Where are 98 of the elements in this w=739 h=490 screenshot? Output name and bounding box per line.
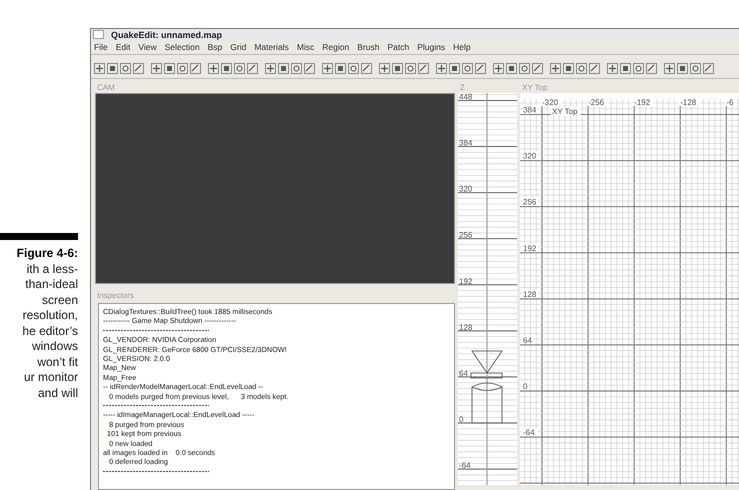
tool-icon[interactable]: [703, 63, 714, 74]
menu-item[interactable]: Patch: [387, 41, 410, 54]
axis-label: 192: [459, 276, 472, 286]
axis-label: -64: [459, 461, 471, 470]
axis-label: -320: [542, 98, 558, 107]
xy-view-grid[interactable]: -320 -256 -192 -128 -6 384 320 256 192 128 64 0 -64 XY Top: [520, 93, 739, 485]
menu-item[interactable]: Selection: [164, 41, 200, 54]
tool-icon[interactable]: [589, 63, 600, 74]
tool-icon[interactable]: [436, 63, 447, 74]
caption-text: screen: [40, 292, 78, 308]
tool-icon[interactable]: [322, 63, 333, 74]
pane-title: Z: [460, 83, 465, 92]
tool-icon[interactable]: [646, 63, 657, 74]
axis-label: 320: [523, 152, 536, 161]
tool-icon[interactable]: [462, 63, 473, 74]
axis-label: 192: [523, 244, 536, 253]
caption-text: resolution,: [22, 308, 78, 324]
menu-item[interactable]: File: [94, 41, 108, 54]
tool-icon[interactable]: [208, 63, 219, 74]
axis-label: 384: [459, 138, 472, 148]
tool-icon[interactable]: [177, 63, 188, 74]
menu-item[interactable]: Plugins: [417, 41, 446, 54]
caption-text: won’t fit: [36, 354, 78, 370]
axis-label: 128: [459, 322, 472, 332]
menu-item[interactable]: View: [138, 41, 157, 54]
tool-icon[interactable]: [151, 63, 162, 74]
tool-icon[interactable]: [690, 63, 701, 74]
axis-label: 320: [459, 184, 472, 194]
tool-icon[interactable]: [519, 63, 530, 74]
caption-text: he editor’s: [21, 324, 78, 339]
menu-item[interactable]: Help: [453, 41, 471, 54]
menu-item[interactable]: Grid: [230, 41, 246, 54]
axis-label: 64: [459, 368, 468, 378]
tool-icon[interactable]: [576, 63, 587, 74]
tool-icon[interactable]: [348, 63, 359, 74]
axis-label: 384: [523, 106, 536, 115]
tool-icon[interactable]: [532, 63, 543, 74]
tool-icon[interactable]: [107, 63, 118, 74]
tool-icon[interactable]: [677, 63, 688, 74]
axis-label: -128: [680, 98, 696, 107]
tool-icon[interactable]: [607, 63, 618, 74]
caption-text: ith a less-: [26, 262, 78, 277]
tool-icon[interactable]: [550, 63, 561, 74]
axis-label: -64: [523, 428, 535, 438]
pane-title: XY Top: [522, 83, 548, 92]
figure-label: Figure 4-6:: [16, 246, 78, 262]
pane-title: Inspectors: [97, 291, 134, 300]
tool-icon[interactable]: [247, 63, 258, 74]
caption-text: windows: [30, 339, 78, 354]
caption-text: than-ideal: [24, 277, 78, 292]
axis-label: 64: [523, 336, 532, 345]
z-view-grid[interactable]: 448 384 320 256 192 128 64 0 -64: [458, 93, 517, 485]
tool-icon[interactable]: [361, 63, 372, 74]
tool-icon[interactable]: [620, 63, 631, 74]
tool-icon[interactable]: [164, 63, 175, 74]
pane-title: CAM: [97, 83, 115, 92]
axis-label: -192: [634, 98, 650, 107]
tool-icon[interactable]: [234, 63, 245, 74]
menu-item[interactable]: Brush: [357, 41, 380, 54]
menu-item[interactable]: Region: [322, 41, 350, 54]
tool-icon[interactable]: [133, 63, 144, 74]
tool-icon[interactable]: [405, 63, 416, 74]
tool-icon[interactable]: [633, 63, 644, 74]
caption-text: and will: [36, 386, 78, 401]
tool-icon[interactable]: [664, 63, 675, 74]
tool-icon[interactable]: [335, 63, 346, 74]
tool-icon[interactable]: [265, 63, 276, 74]
window-icon: [93, 30, 104, 39]
tool-icon[interactable]: [418, 63, 429, 74]
tool-icon[interactable]: [304, 63, 315, 74]
axis-label: 256: [459, 230, 472, 240]
tool-icon[interactable]: [221, 63, 232, 74]
menu-item[interactable]: Bsp: [208, 41, 222, 54]
menu-item[interactable]: Materials: [254, 41, 289, 54]
tool-icon[interactable]: [190, 63, 201, 74]
axis-label: -6: [726, 98, 734, 107]
tool-icon[interactable]: [475, 63, 486, 74]
axis-label: 128: [523, 290, 536, 299]
tool-icon[interactable]: [291, 63, 302, 74]
caption-text: ur monitor: [22, 370, 78, 386]
axis-label: 448: [459, 93, 472, 102]
tool-icon[interactable]: [278, 63, 289, 74]
axis-label: 0: [523, 382, 528, 391]
axis-label: 0: [459, 415, 464, 424]
tool-icon[interactable]: [94, 63, 105, 74]
axis-label: 256: [523, 198, 536, 207]
tool-icon[interactable]: [493, 63, 504, 74]
menu-item[interactable]: Misc: [296, 41, 314, 54]
tool-icon[interactable]: [392, 63, 403, 74]
tool-icon[interactable]: [120, 63, 131, 74]
tool-icon[interactable]: [449, 63, 460, 74]
axis-label: -256: [588, 98, 604, 107]
menu-item[interactable]: Edit: [116, 41, 130, 54]
tool-icon[interactable]: [379, 63, 390, 74]
view-label: XY Top: [552, 107, 578, 116]
tool-icon[interactable]: [563, 63, 574, 74]
tool-icon[interactable]: [506, 63, 517, 74]
window-title: QuakeEdit: unnamed.map: [111, 30, 222, 40]
